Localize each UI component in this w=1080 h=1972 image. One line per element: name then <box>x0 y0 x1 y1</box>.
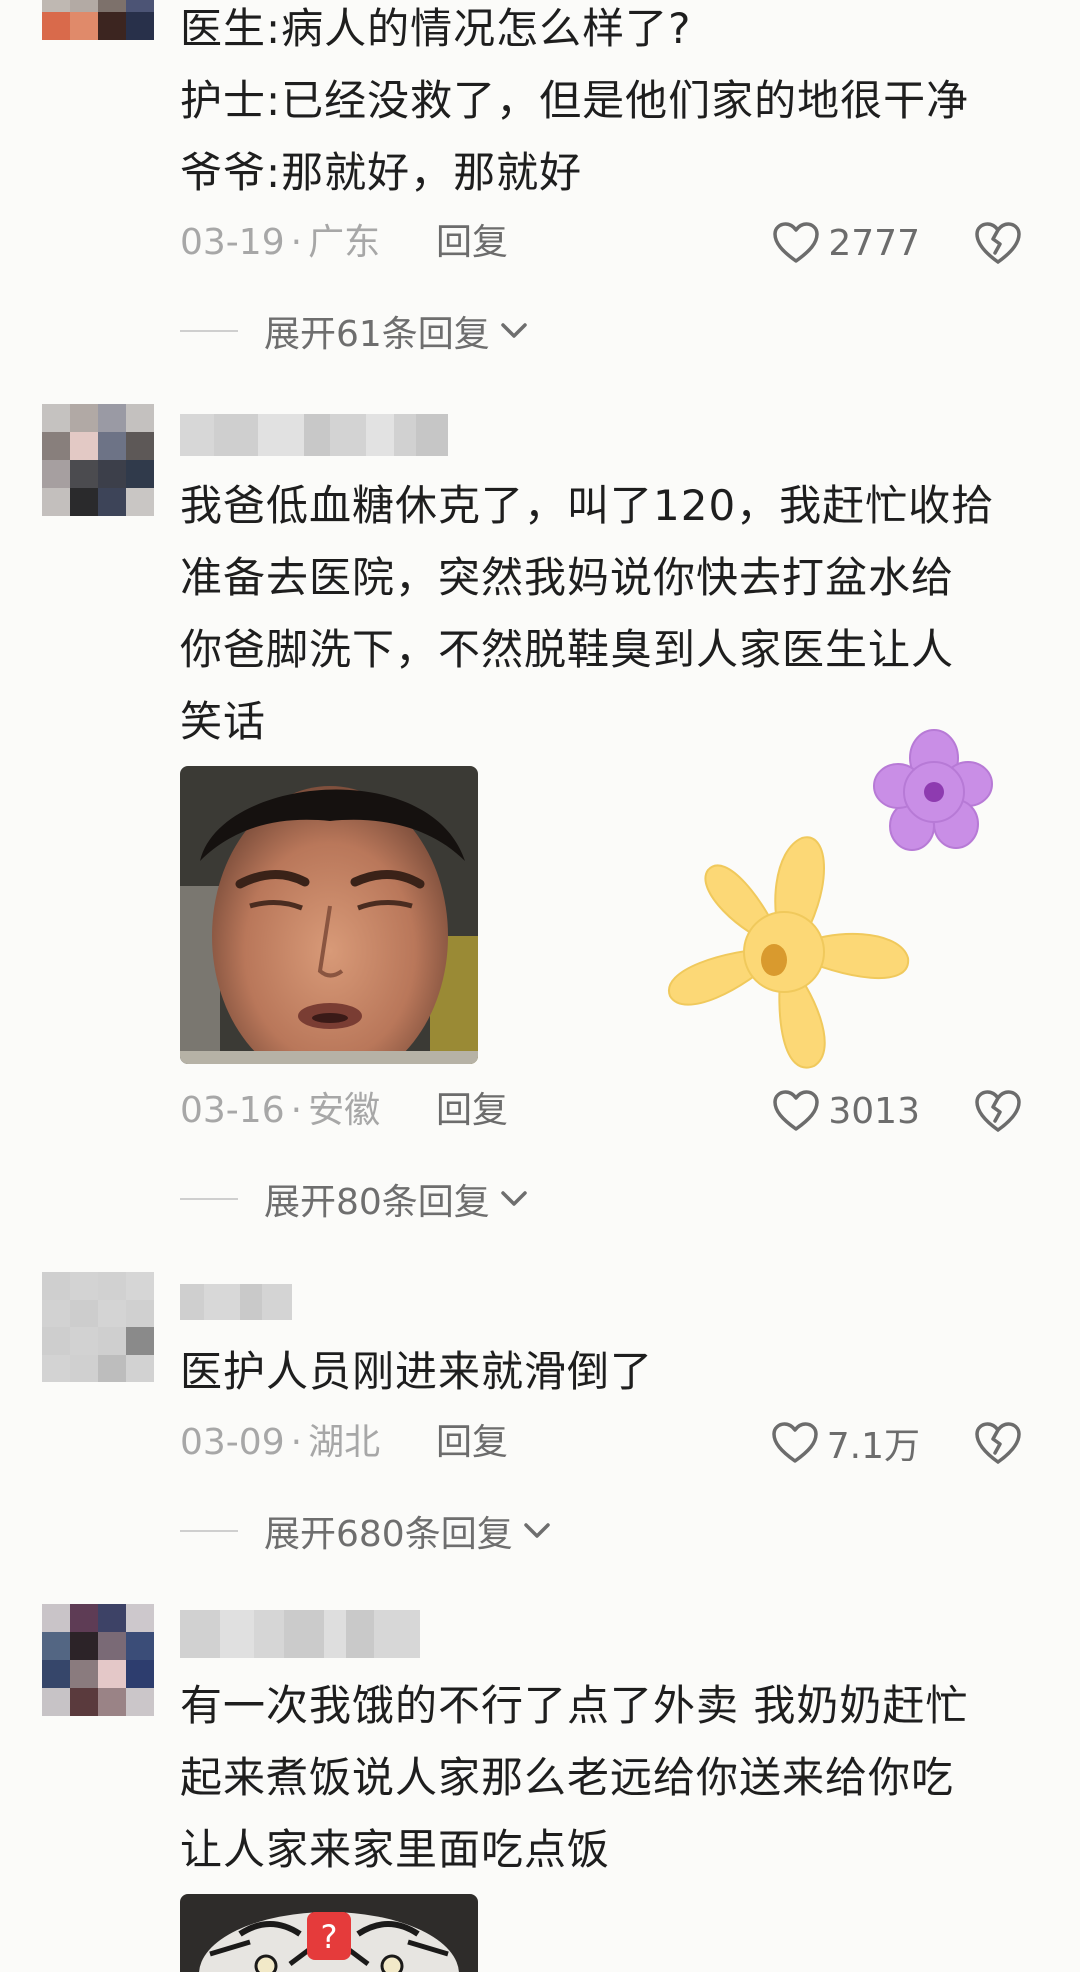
question-badge: ? <box>321 1918 338 1956</box>
comment-meta: 03-19 · 广东 回复 2777 <box>180 218 1040 268</box>
comment-meta: 03-16 · 安徽 回复 3013 <box>180 1086 1040 1136</box>
comment-text: 有一次我饿的不行了点了外卖 我奶奶赶忙 起来煮饭说人家那么老远给你送来给你吃 让… <box>180 1681 969 1874</box>
broken-heart-icon[interactable] <box>974 1420 1022 1466</box>
expand-replies-button[interactable]: 展开680条回复 <box>180 1506 551 1556</box>
like-count: 2777 <box>828 222 920 264</box>
divider <box>180 1530 238 1532</box>
face-photo <box>180 766 478 1064</box>
username-blurred[interactable] <box>180 414 448 456</box>
chevron-down-icon <box>501 323 527 338</box>
broken-heart-icon[interactable] <box>974 220 1022 266</box>
comment-text: 医生:病人的情况怎么样了? 护士:已经没救了，但是他们家的地很干净 爷爷:那就好… <box>180 4 970 197</box>
reaction-image[interactable]: ? <box>180 1894 478 1972</box>
comment-date-location: 03-09 · 湖北 <box>180 1422 381 1463</box>
chevron-down-icon <box>523 1523 550 1538</box>
comment-date-location: 03-19 · 广东 <box>180 222 381 263</box>
divider <box>180 1198 238 1200</box>
avatar[interactable] <box>42 1272 154 1382</box>
like-button[interactable]: 7.1万 <box>771 1418 920 1468</box>
chevron-down-icon <box>501 1191 527 1206</box>
reply-button[interactable]: 回复 <box>436 1418 508 1468</box>
avatar[interactable] <box>42 1604 154 1716</box>
divider <box>180 330 238 332</box>
like-count: 7.1万 <box>826 1426 920 1467</box>
like-button[interactable]: 2777 <box>772 218 920 268</box>
comment-text: 我爸低血糖休克了，叫了120，我赶忙收拾 准备去医院，突然我妈说你快去打盆水给 … <box>180 481 995 746</box>
reply-button[interactable]: 回复 <box>436 1086 508 1136</box>
reaction-image[interactable] <box>180 766 478 1064</box>
avatar[interactable] <box>42 404 154 516</box>
like-button[interactable]: 3013 <box>772 1086 920 1136</box>
comment-meta: 03-09 · 湖北 回复 7.1万 <box>180 1418 1040 1468</box>
yellow-flower-icon <box>667 836 910 1069</box>
expand-replies-button[interactable]: 展开80条回复 <box>180 1174 528 1224</box>
tiger-photo: ? <box>180 1894 478 1972</box>
heart-icon <box>771 1422 818 1463</box>
heart-icon <box>773 222 820 263</box>
comment-date-location: 03-16 · 安徽 <box>180 1090 381 1131</box>
broken-heart-icon[interactable] <box>974 1088 1022 1134</box>
username-blurred[interactable] <box>180 1610 420 1658</box>
reply-button[interactable]: 回复 <box>436 218 508 268</box>
heart-icon <box>773 1090 820 1131</box>
expand-replies-button[interactable]: 展开61条回复 <box>180 306 528 356</box>
comment-text: 医护人员刚进来就滑倒了 <box>180 1347 654 1396</box>
like-count: 3013 <box>828 1090 920 1132</box>
avatar[interactable] <box>42 0 154 40</box>
username-blurred[interactable] <box>180 1284 292 1320</box>
